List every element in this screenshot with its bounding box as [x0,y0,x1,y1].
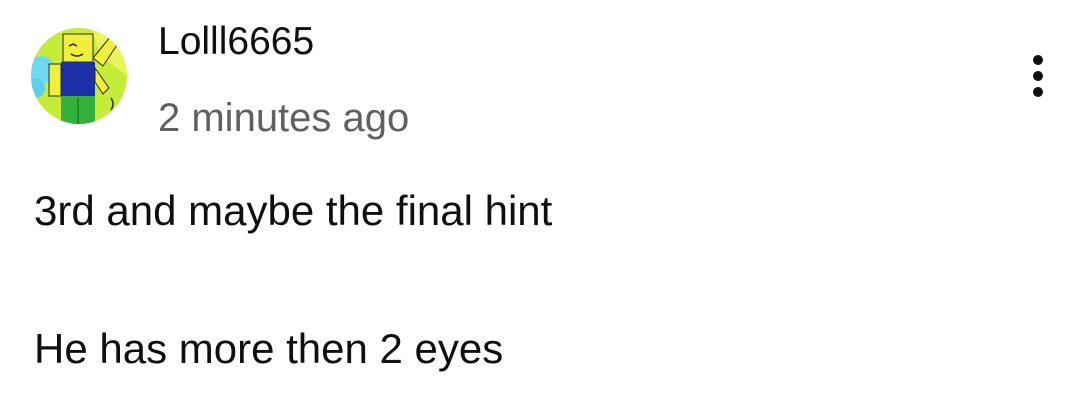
comment-text-line: He has more then 2 eyes [34,325,504,372]
comment-timestamp: 2 minutes ago [158,96,410,140]
comment-text-line: 3rd and maybe the final hint [34,187,553,234]
more-vertical-icon [1033,55,1043,97]
comment-author[interactable]: Lolll6665 [158,18,314,66]
roblox-noob-avatar-icon [31,28,127,124]
avatar[interactable] [31,28,127,124]
comment-menu-button[interactable] [1016,48,1060,104]
